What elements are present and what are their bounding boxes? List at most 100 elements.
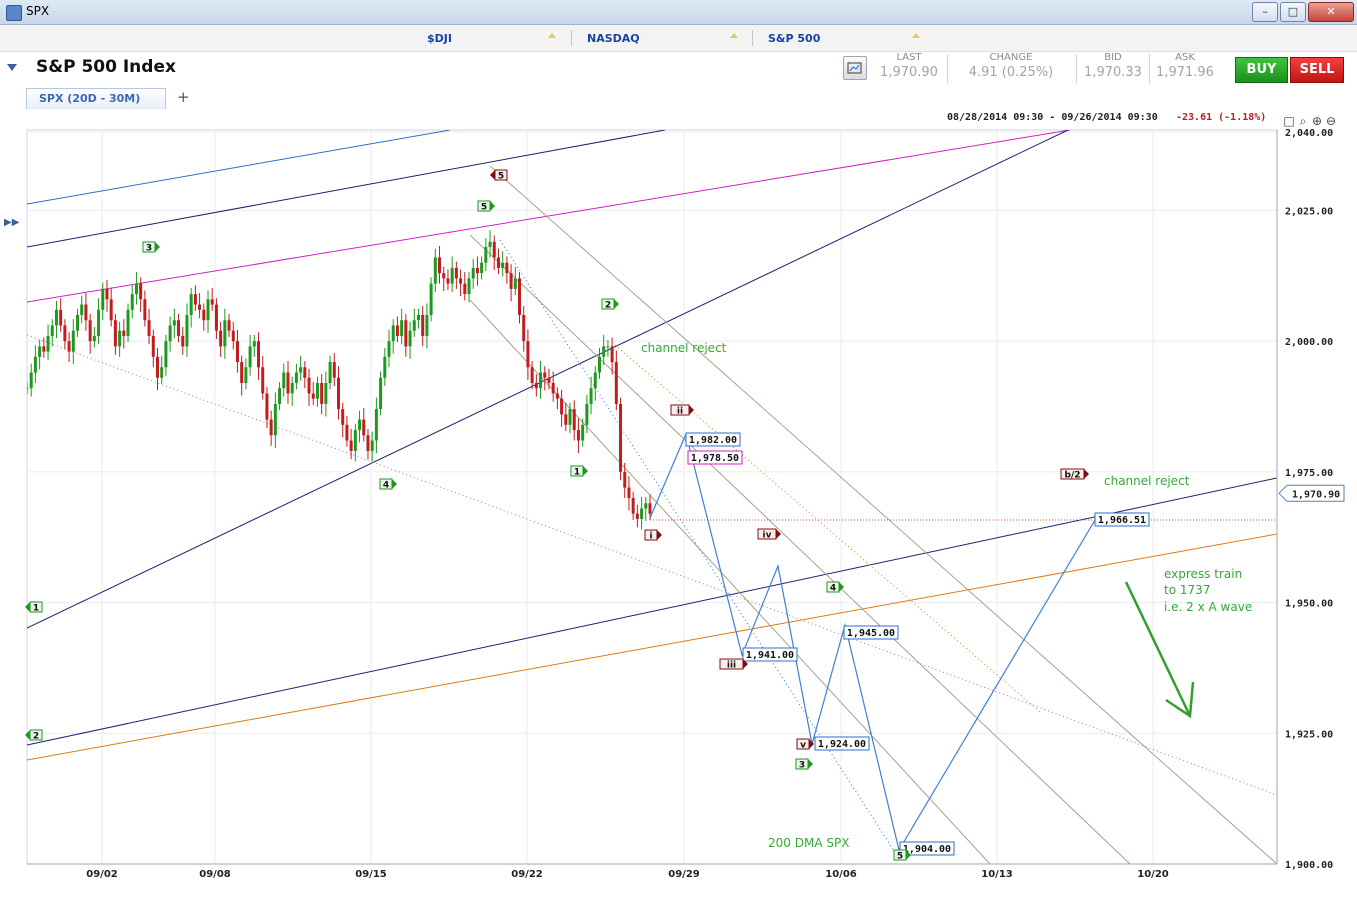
wave-label: b/2 [1065,471,1081,481]
annotation: channel reject [1104,474,1190,488]
candle-body [370,440,374,451]
candle-body [391,325,395,342]
wave-label: 5 [897,852,903,862]
candle-body [198,304,202,310]
candle-body [404,320,408,347]
candle-body [614,362,618,404]
candle-body [185,315,189,347]
candle-body [130,294,134,310]
candle-body [290,382,294,394]
candle-body [459,278,463,284]
candle-body [442,273,446,279]
candle-body [244,367,248,383]
candle-body [631,498,635,514]
x-tick-label: 09/02 [86,869,118,880]
candle-body [543,372,547,378]
candle-body [286,372,290,394]
candle-body [227,320,231,331]
candle-body [248,346,252,368]
candle-body [539,372,543,389]
candle-body [67,341,71,352]
candle-body [97,309,101,336]
candle-body [648,503,652,514]
candle-body [395,325,399,336]
price-box-label: 1,941.00 [746,650,794,661]
candle-body [619,403,623,472]
candle-body [282,372,286,389]
candle-body [206,299,210,321]
x-tick-label: 09/08 [199,869,231,880]
candle-body [113,320,117,347]
candle-body [610,346,614,363]
candle-body [433,257,437,284]
candle-body [564,414,568,425]
price-chart[interactable]: 1,982.00 1,978.50 1,941.00 1,945.00 1,924.00… [0,0,1357,903]
candle-body [560,398,564,415]
candle-body [134,283,138,295]
x-tick-label: 09/15 [355,869,387,880]
candle-body [581,424,585,441]
candle-body [602,346,606,357]
candle-body [328,362,332,383]
candle-body [294,372,298,383]
candle-body [38,346,42,357]
annotation: express train [1164,567,1242,581]
y-tick-label: 1,975.00 [1285,468,1333,479]
wave-label: iii [727,661,736,671]
candle-body [555,393,559,399]
annotation: channel reject [641,341,727,355]
candle-body [155,356,159,378]
candle-body [303,367,307,378]
candle-body [84,304,88,321]
candle-body [320,382,324,404]
y-tick-label: 2,025.00 [1285,206,1333,217]
annotation: to 1737 [1164,583,1210,597]
candle-body [597,356,601,373]
candle-body [299,367,303,373]
candle-body [189,294,193,315]
candle-body [109,299,113,321]
candle-body [627,487,631,498]
candle-body [526,341,530,368]
candle-body [46,335,50,352]
candle-body [471,267,475,279]
wave-label: 5 [498,172,504,182]
candle-body [214,304,218,331]
y-tick-label: 2,040.00 [1285,128,1333,139]
candle-body [252,341,256,347]
candle-body [412,320,416,331]
candle-body [509,273,513,289]
wave-label: 1 [33,604,39,614]
candle-body [496,257,500,268]
x-tick-label: 10/20 [1137,869,1169,880]
candle-body [151,335,155,357]
candle-body [59,309,63,326]
candle-body [416,315,420,321]
candle-body [76,315,80,331]
candle-body [168,325,172,342]
candle-body [522,315,526,342]
candle-body [27,388,29,390]
x-tick-label: 09/22 [511,869,543,880]
candle-body [257,341,261,368]
wave-label: 3 [799,761,805,771]
annotation: i.e. 2 x A wave [1164,600,1252,614]
candle-body [278,388,282,404]
y-tick-label: 2,000.00 [1285,337,1333,348]
candle-body [261,367,265,394]
x-tick-label: 10/06 [825,869,857,880]
candle-body [172,320,176,326]
candle-body [408,330,412,347]
candle-body [345,424,349,441]
candle-body [101,288,105,310]
candle-body [623,471,627,488]
candle-body [492,241,496,258]
candle-body [530,367,534,383]
candle-body [164,341,168,368]
candle-body [547,377,551,383]
wave-label: 2 [605,301,611,311]
wave-label: v [800,741,806,751]
price-box-label: 1,966.51 [1098,515,1146,526]
candle-body [463,283,467,295]
wave-label: 4 [383,481,389,491]
